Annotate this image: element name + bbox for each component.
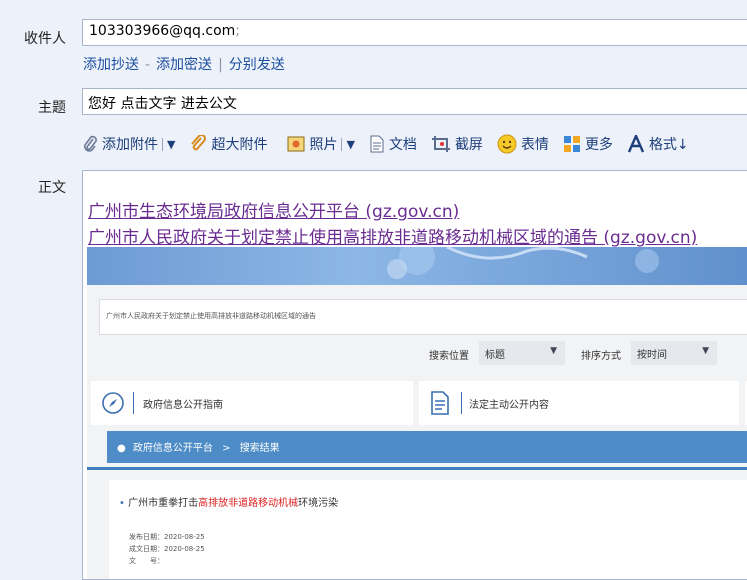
document-label: 文档 [388, 137, 417, 153]
large-attachment-button[interactable]: 超大附件 [189, 134, 267, 154]
document-date: 成文日期：2020-08-25 [129, 545, 205, 553]
recipient-address[interactable]: 103303966@qq.com [89, 23, 235, 39]
document-button[interactable]: 文档 [369, 134, 417, 154]
disclosure-card[interactable]: 法定主动公开内容 [419, 381, 739, 425]
recipient-separator: ; [235, 23, 241, 39]
cc-links: 添加抄送 - 添加密送 | 分别发送 [83, 54, 285, 74]
subject-label: 主题 [38, 100, 66, 116]
format-button[interactable]: 格式↓ [627, 134, 689, 154]
chevron-down-icon: ▼ [550, 346, 557, 356]
photo-dropdown[interactable]: ▼ [341, 137, 355, 151]
scissors-crop-icon [431, 136, 450, 152]
cc-bar: | [218, 57, 223, 73]
bullet: • [119, 498, 125, 509]
chevron-down-icon: ▼ [702, 346, 709, 356]
breadcrumb-home[interactable]: 政府信息公开平台 [133, 443, 213, 454]
to-field[interactable]: 103303966@qq.com; [82, 19, 747, 46]
format-label: 格式↓ [648, 137, 689, 153]
attachment-dropdown[interactable]: ▼ [162, 137, 175, 151]
result-title-post: 环境污染 [298, 498, 339, 509]
body-link-2[interactable]: 广州市人民政府关于划定禁止使用高排放非道路移动机械区域的通告 (gz.gov.c… [88, 223, 697, 248]
screenshot-button[interactable]: 截屏 [431, 134, 483, 154]
sort-value: 按时间 [637, 350, 667, 361]
result-title-pre: 广州市重拳打击 [128, 498, 199, 509]
sort-select[interactable]: 按时间 ▼ [631, 341, 717, 365]
document-icon [431, 391, 449, 415]
location-pin-icon: ● [117, 443, 126, 454]
site-banner [87, 247, 747, 285]
send-separately-link[interactable]: 分别发送 [229, 57, 285, 73]
guide-card-label: 政府信息公开指南 [143, 400, 223, 411]
font-format-icon [627, 135, 645, 153]
search-query-text: 广州市人民政府关于划定禁止使用高排放非道路移动机械区域的通告 [106, 312, 316, 320]
add-attachment-label: 添加附件 [102, 137, 158, 153]
guide-card[interactable]: 政府信息公开指南 [91, 381, 413, 425]
search-result-item: • 广州市重拳打击高排放非道路移动机械环境污染 发布日期：2020-08-25 … [109, 480, 747, 579]
search-position-select[interactable]: 标题 ▼ [479, 341, 565, 365]
breadcrumb-current: 搜索结果 [239, 443, 280, 454]
large-attachment-label: 超大附件 [211, 137, 268, 153]
add-attachment-button[interactable]: 添加附件 ▼ [82, 134, 175, 154]
result-title[interactable]: • 广州市重拳打击高排放非道路移动机械环境污染 [119, 494, 338, 509]
more-button[interactable]: 更多 [563, 134, 613, 154]
embedded-screenshot: 广州市人民政府关于划定禁止使用高排放非道路移动机械区域的通告 搜索位置 标题 ▼… [87, 247, 747, 579]
grid-apps-icon [563, 136, 580, 152]
emoji-button[interactable]: 表情 [497, 134, 549, 154]
breadcrumb-separator: > [222, 443, 231, 454]
add-cc-link[interactable]: 添加抄送 [83, 57, 139, 73]
document-icon [370, 135, 384, 153]
photo-button[interactable]: 照片 ▼ [287, 134, 355, 154]
subject-value[interactable]: 您好 点击文字 进去公文 [88, 96, 237, 112]
document-number: 文 号： [129, 557, 164, 565]
compose-toolbar: 添加附件 ▼ 超大附件 照片 ▼ 文档 截屏 表情 更多 格式↓ [82, 130, 703, 158]
large-attachment-icon [191, 135, 207, 151]
result-title-highlight: 高排放非道路移动机械 [198, 498, 299, 509]
more-label: 更多 [584, 137, 613, 153]
disclosure-card-label: 法定主动公开内容 [469, 400, 549, 411]
add-bcc-link[interactable]: 添加密送 [156, 57, 212, 73]
cc-dash: - [145, 57, 151, 73]
body-link-1[interactable]: 广州市生态环境局政府信息公开平台 (gz.gov.cn) [88, 197, 459, 222]
to-label: 收件人 [24, 31, 66, 47]
subject-field[interactable]: 您好 点击文字 进去公文 [82, 88, 747, 115]
screenshot-label: 截屏 [454, 137, 483, 153]
search-position-value: 标题 [485, 350, 505, 361]
photo-label: 照片 [309, 137, 338, 153]
publish-date: 发布日期：2020-08-25 [129, 533, 205, 541]
search-position-label: 搜索位置 [429, 351, 469, 362]
body-label: 正文 [38, 180, 66, 196]
compass-icon [102, 392, 124, 414]
photo-icon [287, 136, 305, 152]
emoji-label: 表情 [520, 137, 549, 153]
message-body-editor[interactable]: 广州市生态环境局政府信息公开平台 (gz.gov.cn) 广州市人民政府关于划定… [82, 170, 747, 580]
banner-decoration [387, 247, 659, 279]
sort-label: 排序方式 [581, 351, 621, 362]
search-query-box[interactable]: 广州市人民政府关于划定禁止使用高排放非道路移动机械区域的通告 [99, 299, 747, 335]
paperclip-icon [83, 135, 97, 152]
divider [87, 467, 747, 470]
breadcrumb: ● 政府信息公开平台 > 搜索结果 [107, 431, 747, 463]
smiley-icon [497, 134, 517, 154]
